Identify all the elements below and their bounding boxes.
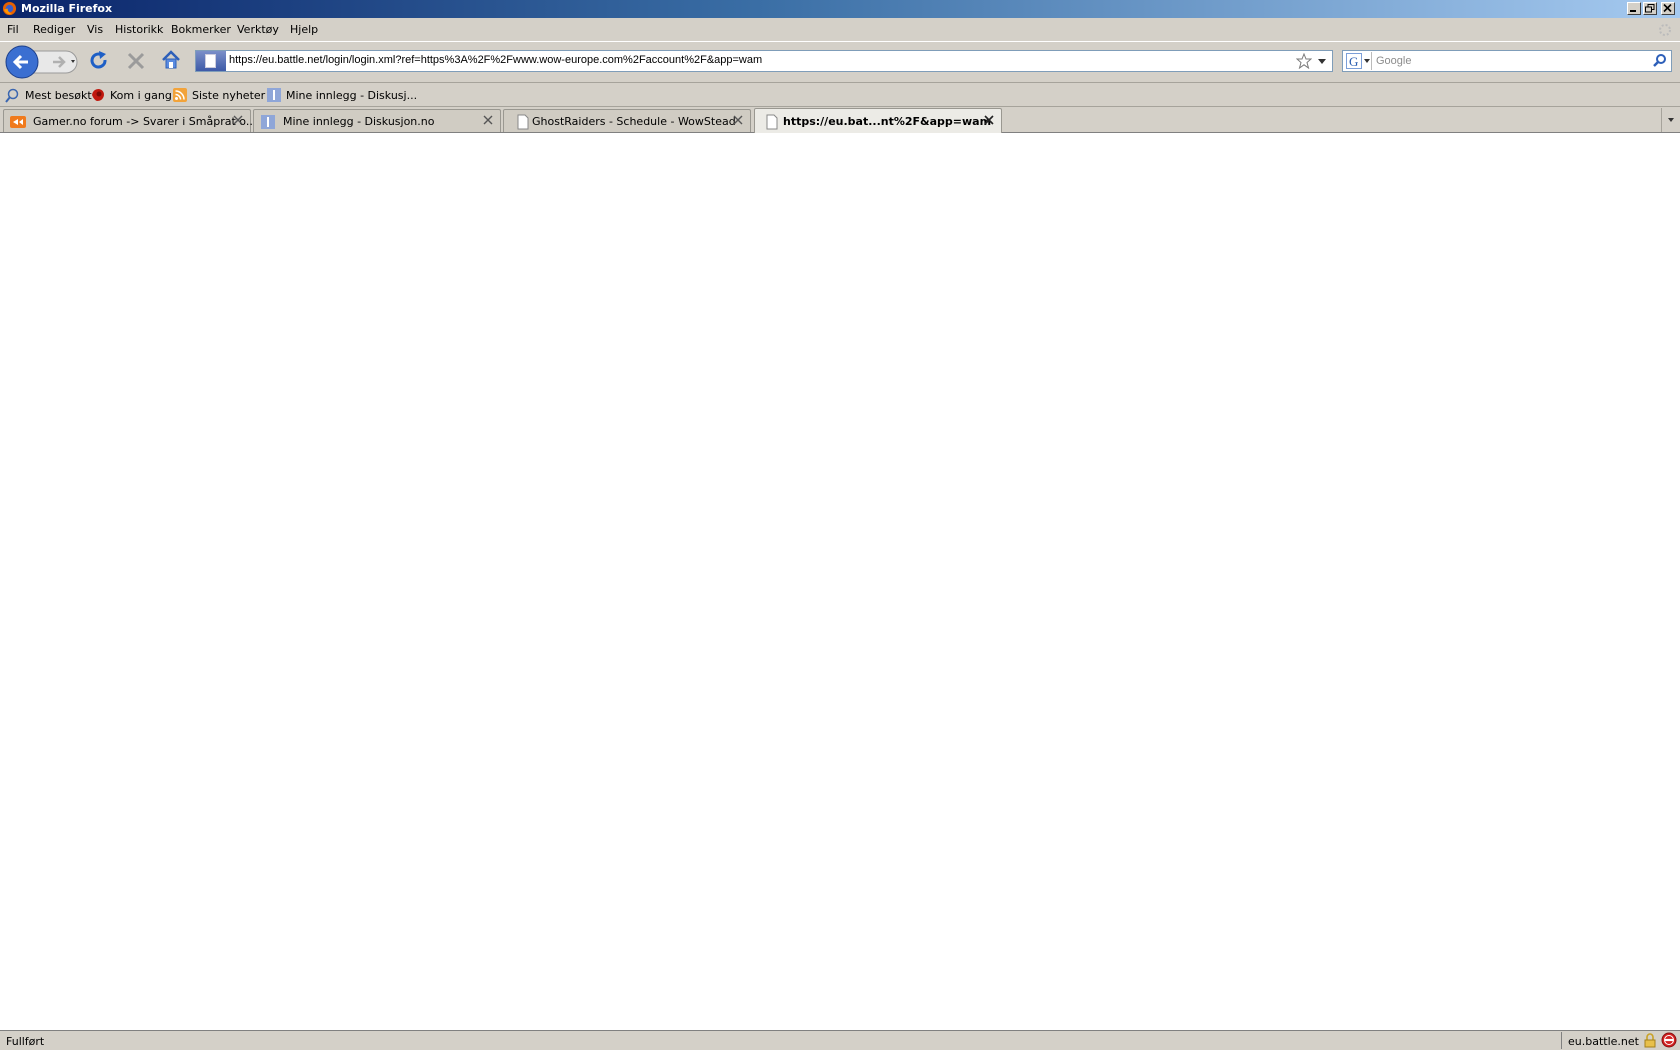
site-domain: eu.battle.net: [1568, 1035, 1639, 1048]
url-text[interactable]: https://eu.battle.net/login/login.xml?re…: [229, 54, 762, 66]
search-bar[interactable]: G: [1342, 50, 1672, 72]
most-visited-icon: [5, 88, 19, 103]
bookmark-siste-nyheter[interactable]: Siste nyheter: [172, 87, 265, 103]
status-bar: Fullført eu.battle.net: [0, 1030, 1680, 1050]
addon-status-icon[interactable]: [1661, 1032, 1677, 1048]
navigation-toolbar: https://eu.battle.net/login/login.xml?re…: [0, 41, 1680, 82]
tab-ghostraiders[interactable]: GhostRaiders - Schedule - WowStead: [503, 109, 751, 132]
firefox-icon: [92, 89, 104, 101]
minimize-button[interactable]: [1627, 2, 1641, 15]
blank-page-icon: [517, 114, 529, 130]
title-bar: Mozilla Firefox: [0, 0, 1680, 18]
menu-fil[interactable]: Fil: [7, 23, 19, 36]
restore-button[interactable]: [1643, 2, 1657, 15]
close-tab-icon[interactable]: [732, 114, 744, 126]
menu-bokmerker[interactable]: Bokmerker: [171, 23, 231, 36]
reload-icon[interactable]: [88, 50, 110, 72]
tab-battle-net-active[interactable]: https://eu.bat...nt%2F&app=wam: [754, 108, 1002, 133]
svg-text:G: G: [1349, 54, 1358, 69]
menu-verktoy[interactable]: Verktøy: [237, 23, 279, 36]
bookmark-mest-besokt[interactable]: Mest besøkt: [5, 87, 92, 103]
menu-hjelp[interactable]: Hjelp: [290, 23, 318, 36]
page-content: [0, 133, 1680, 1030]
page-icon: [205, 54, 216, 68]
search-engine-button[interactable]: G: [1344, 52, 1372, 70]
close-tab-icon[interactable]: [232, 114, 244, 126]
diskusjon-icon: [261, 115, 275, 129]
diskusjon-icon: [267, 88, 281, 102]
back-forward-buttons: [5, 45, 78, 79]
status-text: Fullført: [6, 1035, 45, 1048]
minimize-icon: [1630, 10, 1636, 12]
search-input[interactable]: [1376, 53, 1636, 69]
blank-page-icon: [766, 114, 778, 130]
engine-dropdown-icon: [1364, 59, 1370, 63]
google-icon: G: [1346, 53, 1362, 69]
site-identity-button[interactable]: [196, 51, 226, 71]
close-tab-icon[interactable]: [983, 114, 995, 126]
bookmarks-toolbar: Mest besøkt Kom i gang Siste nyheter Min…: [0, 82, 1680, 106]
star-bookmark-icon[interactable]: [1296, 53, 1312, 69]
throbber-icon: [1659, 24, 1671, 36]
menu-vis[interactable]: Vis: [87, 23, 103, 36]
bookmark-mine-innlegg[interactable]: Mine innlegg - Diskusj...: [266, 87, 417, 103]
restore-icon: [1645, 4, 1655, 13]
home-icon[interactable]: [160, 49, 182, 71]
bookmark-kom-i-gang[interactable]: Kom i gang: [90, 87, 172, 103]
tab-list-button[interactable]: [1661, 108, 1680, 132]
gamer-icon: [10, 116, 26, 128]
tab-mine-innlegg[interactable]: Mine innlegg - Diskusjon.no: [253, 109, 501, 132]
rss-icon: [173, 88, 187, 102]
menu-bar: Fil Rediger Vis Historikk Bokmerker Verk…: [0, 18, 1680, 41]
security-panel[interactable]: eu.battle.net: [1561, 1032, 1680, 1049]
menu-historikk[interactable]: Historikk: [115, 23, 163, 36]
stop-icon[interactable]: [125, 50, 147, 72]
tab-list-dropdown-icon: [1668, 118, 1674, 122]
tab-strip: Gamer.no forum -> Svarer i Småprat o... …: [0, 106, 1680, 133]
search-icon[interactable]: [1652, 53, 1668, 69]
close-window-button[interactable]: [1661, 2, 1675, 15]
url-dropdown-icon[interactable]: [1318, 59, 1326, 65]
window-title: Mozilla Firefox: [21, 2, 113, 15]
menu-rediger[interactable]: Rediger: [33, 23, 75, 36]
tab-gamer-forum[interactable]: Gamer.no forum -> Svarer i Småprat o...: [3, 109, 256, 132]
close-tab-icon[interactable]: [482, 114, 494, 126]
lock-icon: [1644, 1033, 1656, 1048]
close-icon: [1663, 4, 1672, 13]
firefox-logo-icon: [2, 1, 17, 16]
url-bar[interactable]: https://eu.battle.net/login/login.xml?re…: [195, 50, 1333, 72]
